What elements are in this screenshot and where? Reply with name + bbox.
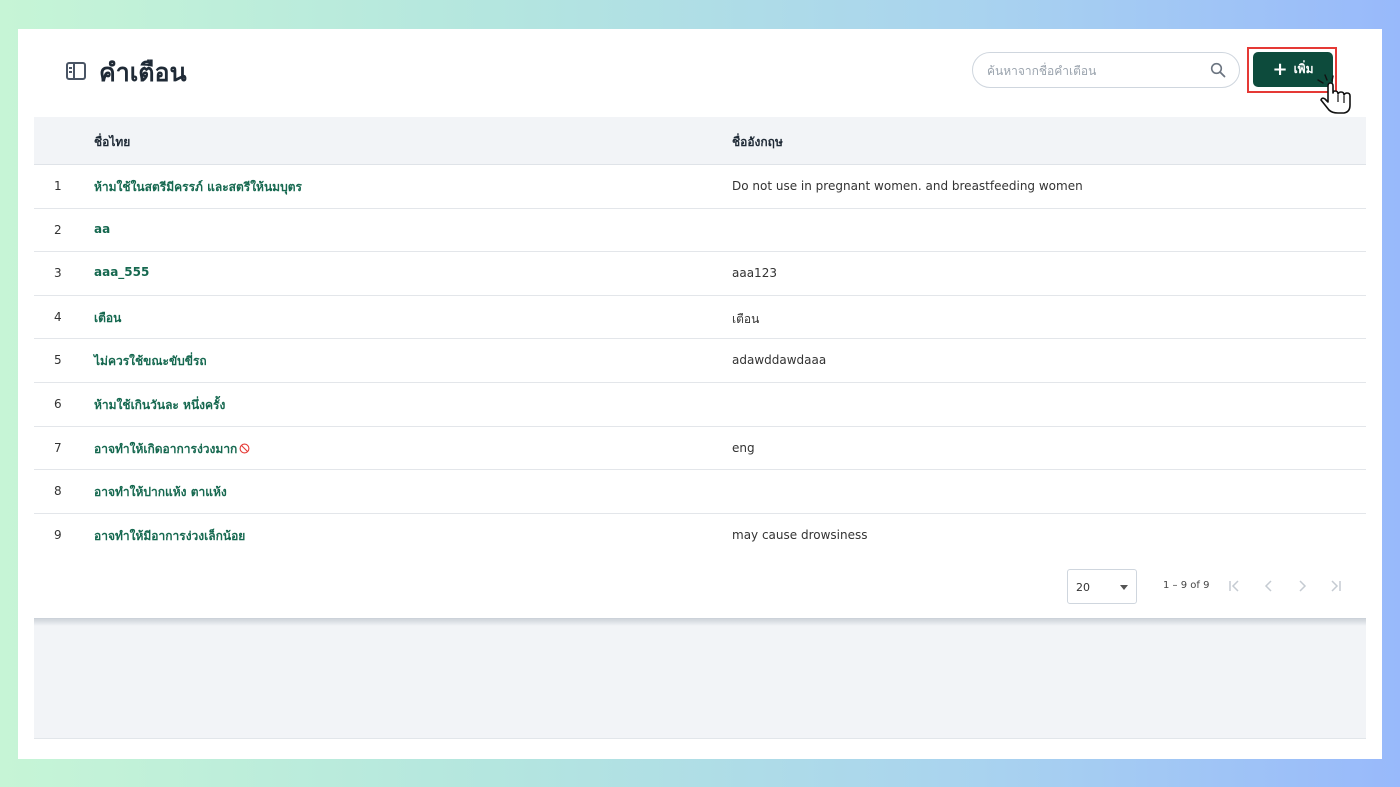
english-name: may cause drowsiness xyxy=(732,527,868,542)
warnings-table: ชื่อไทย ชื่ออังกฤษ 1 ห้ามใช้ในสตรีมีครรภ… xyxy=(34,117,1366,557)
table-row[interactable]: 3 aaa_555 aaa123 xyxy=(34,252,1366,296)
first-page-icon xyxy=(1229,580,1239,592)
first-page-button[interactable] xyxy=(1222,573,1248,599)
table-row[interactable]: 6 ห้ามใช้เกินวันละ หนึ่งครั้ง xyxy=(34,383,1366,427)
search-icon[interactable] xyxy=(1210,62,1226,78)
english-name: aaa123 xyxy=(732,266,777,281)
table-row[interactable]: 5 ไม่ควรใช้ขณะขับขี่รถ adawddawdaaa xyxy=(34,339,1366,383)
sidebar-toggle-icon[interactable] xyxy=(66,62,86,80)
page-size-value: 20 xyxy=(1076,581,1090,594)
page-title: คำเตือน xyxy=(99,58,187,87)
row-number: 6 xyxy=(54,396,62,411)
thai-name-link[interactable]: ห้ามใช้ในสตรีมีครรภ์ และสตรีให้นมบุตร xyxy=(94,178,302,197)
add-button-label: เพิ่ม xyxy=(1293,62,1314,76)
page-size-select[interactable]: 20 xyxy=(1067,569,1137,604)
thai-name-link[interactable]: ห้ามใช้เกินวันละ หนึ่งครั้ง xyxy=(94,396,225,415)
table-row[interactable]: 4 เตือน เตือน xyxy=(34,296,1366,340)
english-name: eng xyxy=(732,440,755,455)
last-page-button[interactable] xyxy=(1322,573,1348,599)
content-footer-area xyxy=(34,620,1366,739)
chevron-right-icon xyxy=(1299,580,1307,592)
search-box[interactable] xyxy=(972,52,1240,88)
row-number: 5 xyxy=(54,353,62,368)
chevron-left-icon xyxy=(1264,580,1272,592)
row-number: 1 xyxy=(54,179,62,193)
thai-name-link[interactable]: ไม่ควรใช้ขณะขับขี่รถ xyxy=(94,352,207,371)
english-name: Do not use in pregnant women. and breast… xyxy=(732,179,1083,193)
row-number: 2 xyxy=(54,222,62,237)
thai-name-link[interactable]: เตือน xyxy=(94,309,121,328)
page-range-label: 1 – 9 of 9 xyxy=(1163,580,1210,591)
hand-pointer-icon xyxy=(1317,74,1351,114)
dropdown-arrow-icon xyxy=(1120,585,1128,590)
next-page-button[interactable] xyxy=(1289,573,1315,599)
thai-name-link[interactable]: อาจทำให้ปากแห้ง ตาแห้ง xyxy=(94,483,227,502)
english-name: adawddawdaaa xyxy=(732,353,827,368)
table-row[interactable]: 2 aa xyxy=(34,209,1366,253)
column-header-english[interactable]: ชื่ออังกฤษ xyxy=(732,133,783,152)
last-page-icon xyxy=(1331,580,1341,592)
thai-name-cell[interactable]: อาจทำให้เกิดอาการง่วงมาก xyxy=(94,440,250,459)
table-header: ชื่อไทย ชื่ออังกฤษ xyxy=(34,117,1366,165)
table-row[interactable]: 8 อาจทำให้ปากแห้ง ตาแห้ง xyxy=(34,470,1366,514)
plus-icon: + xyxy=(1272,58,1288,80)
card-shadow xyxy=(34,618,1366,626)
english-name: เตือน xyxy=(732,311,760,326)
table-row[interactable]: 9 อาจทำให้มีอาการง่วงเล็กน้อย may cause … xyxy=(34,514,1366,558)
search-input[interactable] xyxy=(987,61,1197,81)
page-header: คำเตือน + เพิ่ม xyxy=(18,29,1382,117)
thai-name-link[interactable]: aaa_555 xyxy=(94,265,149,279)
ban-icon xyxy=(239,443,250,454)
row-number: 8 xyxy=(54,484,62,499)
previous-page-button[interactable] xyxy=(1256,573,1282,599)
thai-name-link[interactable]: aa xyxy=(94,222,110,236)
table-row[interactable]: 1 ห้ามใช้ในสตรีมีครรภ์ และสตรีให้นมบุตร … xyxy=(34,165,1366,209)
paginator: 20 1 – 9 of 9 xyxy=(34,566,1366,620)
row-number: 3 xyxy=(54,266,62,281)
thai-name-link[interactable]: อาจทำให้มีอาการง่วงเล็กน้อย xyxy=(94,527,245,546)
thai-name-link[interactable]: อาจทำให้เกิดอาการง่วงมาก xyxy=(94,442,237,456)
row-number: 9 xyxy=(54,527,62,542)
row-number: 4 xyxy=(54,309,62,324)
row-number: 7 xyxy=(54,440,62,455)
column-header-thai[interactable]: ชื่อไทย xyxy=(94,133,130,152)
table-row[interactable]: 7 อาจทำให้เกิดอาการง่วงมาก eng xyxy=(34,427,1366,471)
warnings-page: คำเตือน + เพิ่ม xyxy=(18,29,1382,759)
